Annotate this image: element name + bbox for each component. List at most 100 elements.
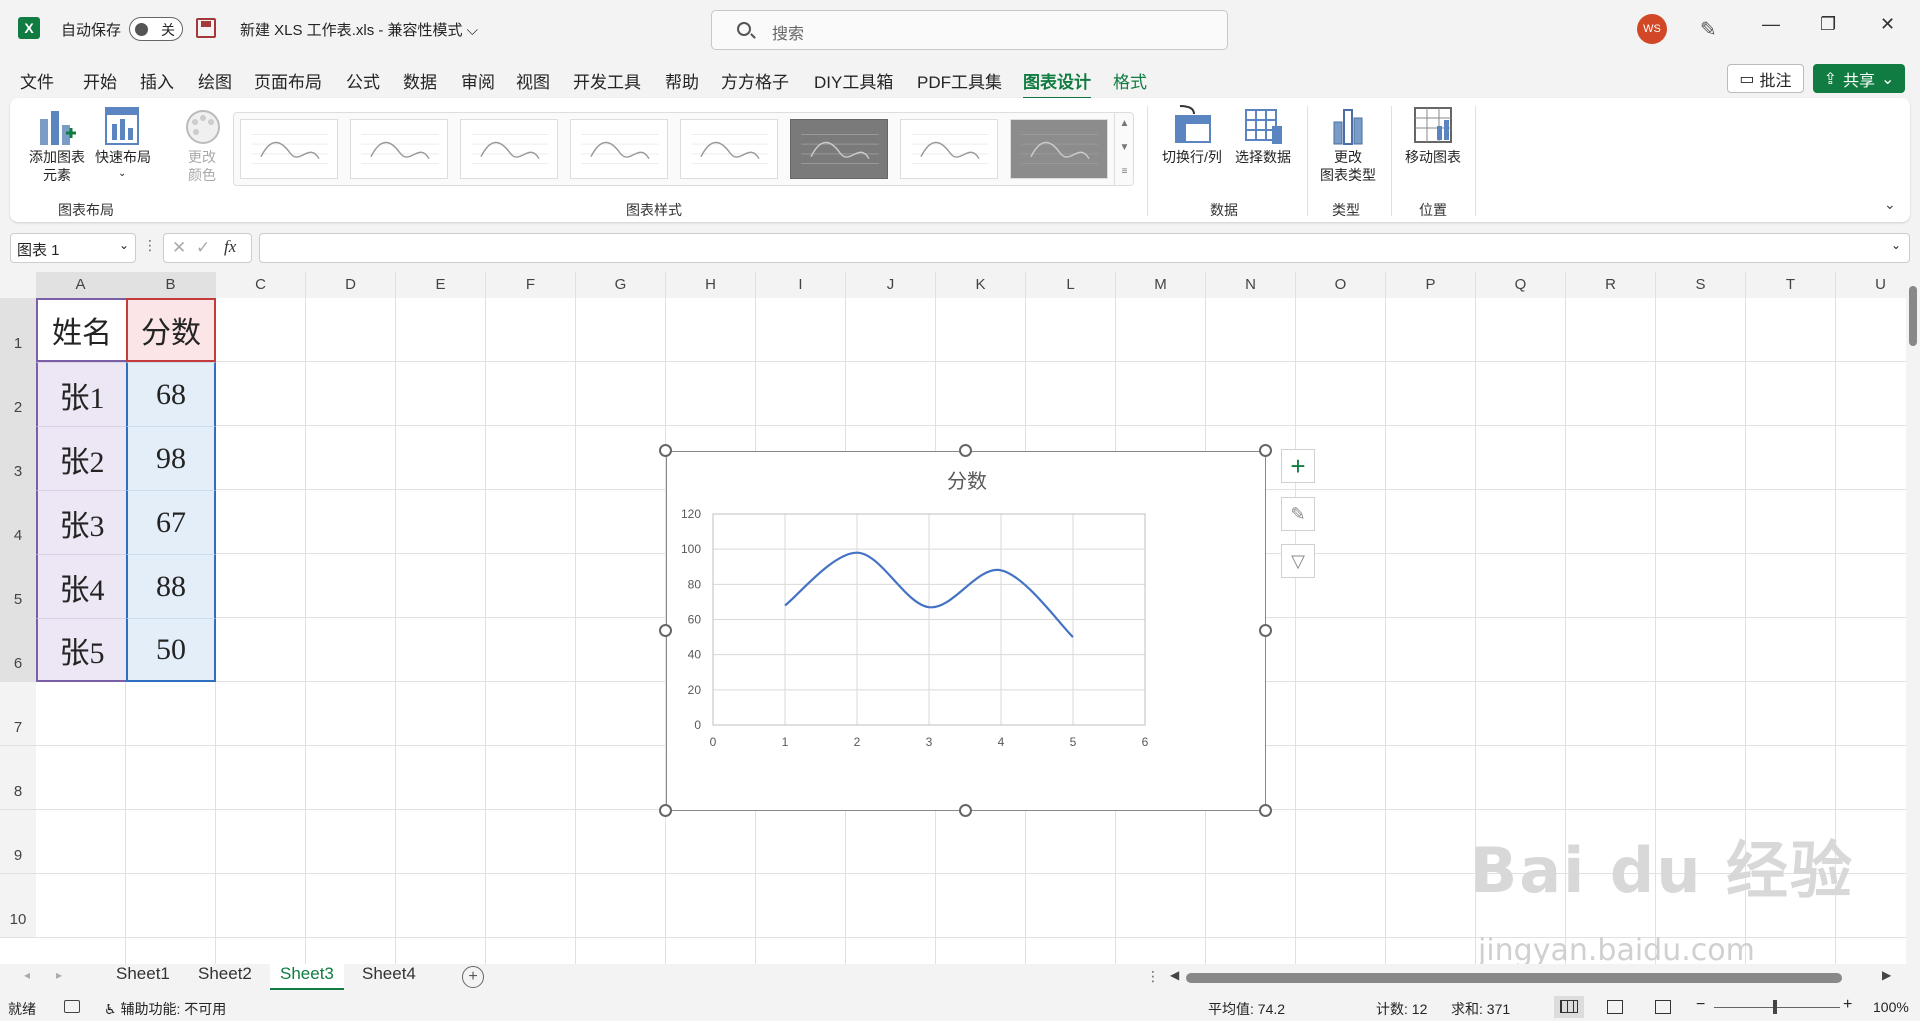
chart-resize-handle[interactable] — [959, 444, 972, 457]
save-icon[interactable] — [196, 18, 216, 38]
minimize-icon[interactable]: — — [1762, 14, 1780, 35]
menu-tab[interactable]: 开发工具 — [573, 68, 641, 93]
chart-style-option[interactable] — [900, 119, 998, 179]
menu-tab[interactable]: 帮助 — [665, 68, 699, 93]
chart-style-option[interactable] — [350, 119, 448, 179]
cancel-icon[interactable]: ✕ — [172, 238, 186, 258]
chart-object[interactable]: 分数 0 20 40 60 80 100 120 0 1 2 3 4 5 6 — [666, 451, 1266, 811]
row-header[interactable]: 4 — [0, 490, 36, 554]
zoom-in-icon[interactable]: + — [1843, 996, 1852, 1014]
column-header[interactable]: J — [846, 272, 936, 298]
document-title[interactable]: 新建 XLS 工作表.xls - 兼容性模式 ⌵ — [240, 19, 478, 40]
autosave-toggle[interactable]: 关 — [129, 17, 183, 41]
sheet-tab[interactable]: Sheet3 — [270, 964, 344, 990]
column-header[interactable]: R — [1566, 272, 1656, 298]
add-chart-element-icon[interactable] — [38, 105, 78, 147]
avatar[interactable]: WS — [1637, 14, 1667, 44]
close-icon[interactable]: ✕ — [1880, 14, 1895, 35]
menu-tab[interactable]: PDF工具集 — [917, 68, 1002, 93]
change-chart-type-icon[interactable] — [1330, 106, 1366, 146]
row-header[interactable]: 2 — [0, 362, 36, 426]
column-header[interactable]: M — [1116, 272, 1206, 298]
column-header[interactable]: I — [756, 272, 846, 298]
table-cell[interactable]: 张2 — [36, 426, 126, 490]
row-header[interactable]: 1 — [0, 298, 36, 362]
chart-resize-handle[interactable] — [959, 804, 972, 817]
expand-formula-icon[interactable]: ⌄ — [1891, 238, 1901, 252]
more-icon[interactable]: ⋮ — [1146, 968, 1160, 985]
menu-tab[interactable]: 页面布局 — [254, 68, 322, 93]
chart-resize-handle[interactable] — [659, 624, 672, 637]
row-header[interactable]: 5 — [0, 554, 36, 618]
menu-tab[interactable]: 格式 — [1113, 68, 1147, 93]
chart-styles-brush-icon[interactable]: ✎ — [1281, 497, 1315, 531]
menu-tab[interactable]: 数据 — [403, 68, 437, 93]
column-header[interactable]: N — [1206, 272, 1296, 298]
chart-style-option[interactable] — [460, 119, 558, 179]
scroll-right-icon[interactable]: ▶ — [1882, 968, 1891, 982]
row-header[interactable]: 6 — [0, 618, 36, 682]
row-header[interactable]: 9 — [0, 810, 36, 874]
chart-style-option[interactable] — [680, 119, 778, 179]
table-cell[interactable]: 98 — [126, 426, 216, 490]
page-layout-view-icon[interactable] — [1607, 1000, 1623, 1014]
column-header[interactable]: S — [1656, 272, 1746, 298]
move-chart-icon[interactable] — [1413, 106, 1453, 146]
table-cell[interactable]: 88 — [126, 554, 216, 618]
prev-sheet-icon[interactable]: ◂ — [24, 968, 30, 982]
more-icon[interactable]: ⋮ — [143, 237, 157, 254]
accessibility-status[interactable]: ♿ 辅助功能: 不可用 — [104, 999, 226, 1019]
table-cell[interactable]: 分数 — [126, 298, 216, 362]
chart-style-option[interactable] — [240, 119, 338, 179]
restore-icon[interactable]: ❐ — [1820, 14, 1836, 35]
share-button[interactable]: ⇪ 共享 ⌄ — [1813, 64, 1905, 93]
macro-record-icon[interactable] — [64, 1000, 80, 1013]
menu-tab[interactable]: 插入 — [140, 68, 174, 93]
chart-style-option[interactable] — [1010, 119, 1108, 179]
zoom-slider-thumb[interactable] — [1773, 1000, 1777, 1014]
horizontal-scrollbar[interactable] — [1186, 973, 1842, 983]
switch-row-column-label[interactable]: 切换行/列 — [1158, 148, 1226, 166]
page-break-view-icon[interactable] — [1655, 1000, 1671, 1014]
table-cell[interactable]: 张4 — [36, 554, 126, 618]
switch-row-column-icon[interactable] — [1172, 104, 1212, 144]
name-box[interactable]: 图表 1 ⌄ — [10, 233, 136, 263]
gallery-scroll[interactable]: ▲ ▼ ≡ — [1114, 112, 1134, 186]
chart-resize-handle[interactable] — [659, 444, 672, 457]
column-header[interactable]: D — [306, 272, 396, 298]
table-cell[interactable]: 张1 — [36, 362, 126, 426]
comment-button[interactable]: ▭ 批注 — [1727, 64, 1804, 93]
vertical-scrollbar[interactable] — [1906, 272, 1920, 964]
next-sheet-icon[interactable]: ▸ — [56, 968, 62, 982]
column-header[interactable]: E — [396, 272, 486, 298]
column-header[interactable]: P — [1386, 272, 1476, 298]
table-cell[interactable]: 姓名 — [36, 298, 126, 362]
table-cell[interactable]: 67 — [126, 490, 216, 554]
column-header[interactable]: T — [1746, 272, 1836, 298]
zoom-level[interactable]: 100% — [1873, 999, 1909, 1015]
add-chart-element-plus-icon[interactable]: + — [1281, 449, 1315, 483]
zoom-out-icon[interactable]: − — [1696, 996, 1705, 1014]
column-header[interactable]: B — [126, 272, 216, 298]
enter-icon[interactable]: ✓ — [196, 238, 210, 258]
zoom-slider[interactable] — [1714, 1007, 1840, 1008]
menu-tab[interactable]: 图表设计 — [1023, 68, 1091, 100]
menu-tab[interactable]: 开始 — [83, 68, 117, 93]
select-data-icon[interactable] — [1244, 108, 1284, 146]
column-header[interactable]: Q — [1476, 272, 1566, 298]
table-cell[interactable]: 50 — [126, 618, 216, 682]
row-header[interactable]: 10 — [0, 874, 36, 938]
pen-icon[interactable]: ✎ — [1700, 17, 1717, 42]
chart-resize-handle[interactable] — [1259, 624, 1272, 637]
search-input[interactable]: 搜索 — [711, 10, 1228, 50]
column-header[interactable]: H — [666, 272, 756, 298]
move-chart-label[interactable]: 移动图表 — [1398, 148, 1468, 166]
table-cell[interactable]: 68 — [126, 362, 216, 426]
change-chart-type-label[interactable]: 更改 图表类型 — [1312, 148, 1384, 184]
select-all-corner[interactable] — [0, 272, 36, 298]
palette-icon[interactable] — [184, 108, 222, 146]
chart-resize-handle[interactable] — [659, 804, 672, 817]
menu-tab[interactable]: DIY工具箱 — [814, 68, 893, 93]
collapse-ribbon-icon[interactable]: ⌄ — [1884, 196, 1896, 213]
table-cell[interactable]: 张3 — [36, 490, 126, 554]
